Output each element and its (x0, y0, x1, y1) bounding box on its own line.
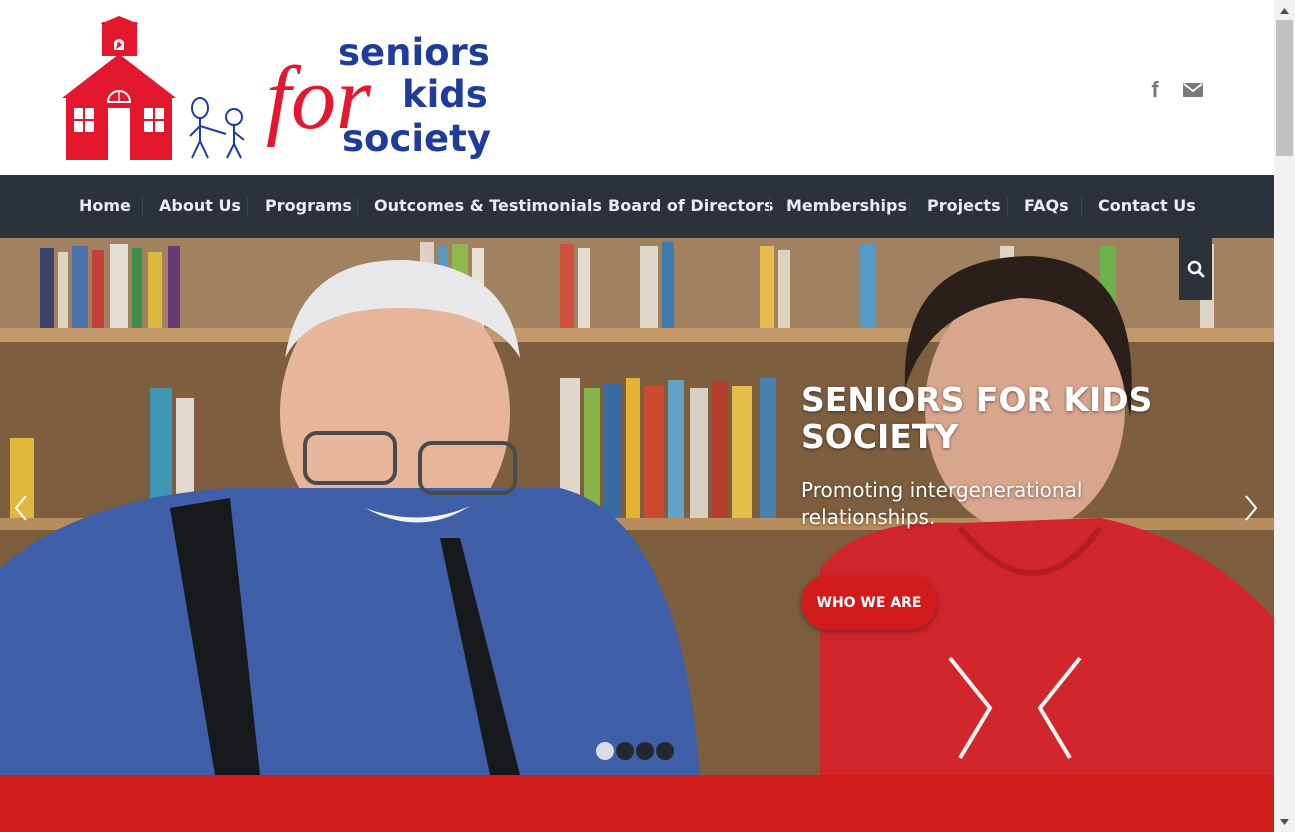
nav-divider (357, 197, 358, 217)
nav-divider (1007, 197, 1008, 217)
facebook-icon[interactable]: f (1143, 77, 1167, 102)
logo-word-society: society (342, 117, 491, 160)
site-header: seniors for kids society f (0, 0, 1274, 175)
red-section-band (0, 775, 1274, 832)
scroll-thumb[interactable] (1276, 20, 1293, 156)
chevron-left-icon (14, 495, 27, 521)
main-nav: Home About Us Programs Outcomes & Testim… (0, 175, 1274, 238)
nav-item-projects[interactable]: Projects (927, 175, 1001, 238)
slider-dots (596, 742, 674, 760)
triangle-down-icon (1280, 818, 1289, 825)
slider-dot[interactable] (616, 742, 634, 760)
nav-divider (909, 197, 910, 217)
scroll-down-arrow[interactable] (1274, 813, 1295, 830)
chevron-right-icon (1245, 495, 1258, 521)
schoolhouse-logo-icon (62, 16, 245, 160)
who-we-are-button[interactable]: WHO WE ARE (801, 575, 937, 630)
nav-divider (769, 197, 770, 217)
hero-title: SENIORS FOR KIDS SOCIETY (801, 380, 1153, 456)
slider-dot[interactable] (596, 742, 614, 760)
nav-divider (591, 197, 592, 217)
nav-item-memberships[interactable]: Memberships (786, 175, 907, 238)
nav-item-contact-us[interactable]: Contact Us (1098, 175, 1196, 238)
scroll-up-arrow[interactable] (1274, 2, 1295, 19)
nav-item-board-of-directors[interactable]: Board of Directors (608, 175, 773, 238)
slider-dot[interactable] (636, 742, 654, 760)
hero-subtitle: Promoting intergenerational relationship… (801, 478, 1083, 529)
nav-item-programs[interactable]: Programs (265, 175, 352, 238)
page: seniors for kids society f Home About Us… (0, 0, 1274, 832)
nav-divider (142, 197, 143, 217)
slider-prev-arrow[interactable] (6, 488, 36, 528)
logo-word-kids: kids (402, 73, 488, 116)
nav-item-home[interactable]: Home (79, 175, 131, 238)
triangle-up-icon (1280, 7, 1289, 14)
nav-divider (247, 197, 248, 217)
nav-item-outcomes-testimonials[interactable]: Outcomes & Testimonials (374, 175, 602, 238)
site-logo[interactable]: seniors for kids society (62, 16, 492, 164)
search-icon (1187, 260, 1204, 278)
nav-item-faqs[interactable]: FAQs (1024, 175, 1069, 238)
page-scrollbar[interactable] (1274, 0, 1295, 832)
facebook-glyph: f (1151, 77, 1159, 102)
slider-next-arrow[interactable] (1236, 488, 1266, 528)
slider-dot[interactable] (656, 742, 674, 760)
nav-item-about-us[interactable]: About Us (159, 175, 241, 238)
search-button[interactable] (1179, 238, 1212, 300)
envelope-icon (1183, 83, 1203, 97)
mail-icon[interactable] (1181, 78, 1205, 102)
nav-divider (1081, 197, 1082, 217)
